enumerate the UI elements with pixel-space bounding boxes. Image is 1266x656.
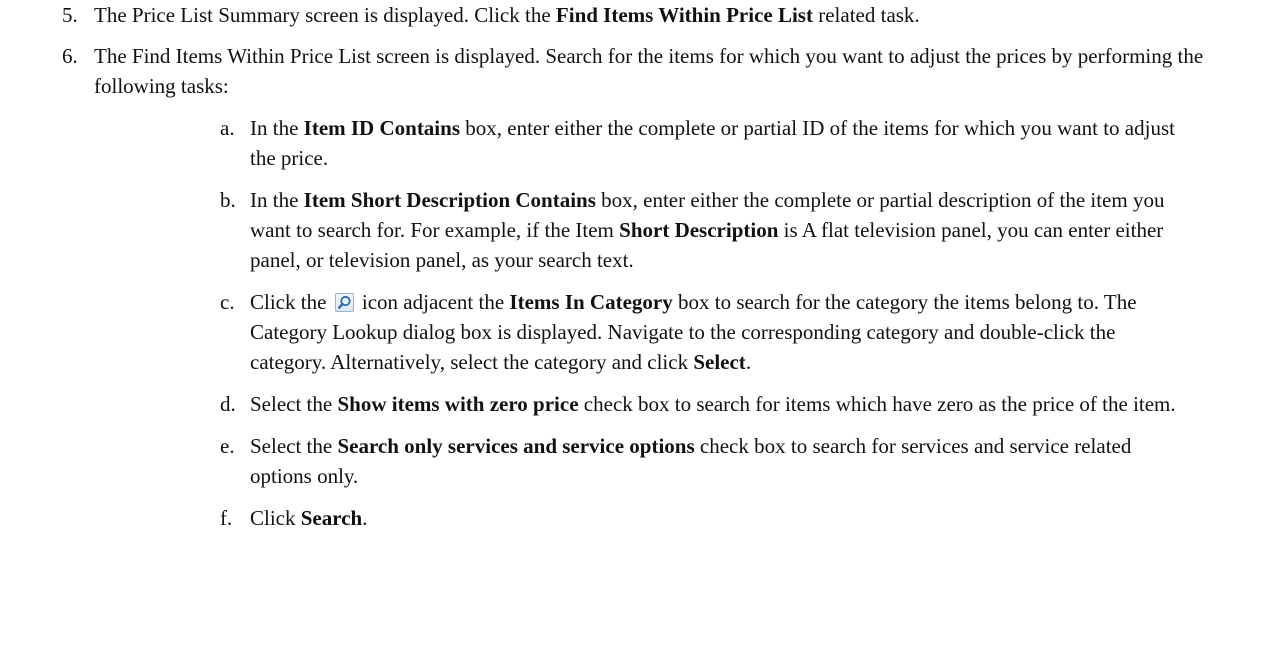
substep-b: b. In the Item Short Description Contain… xyxy=(94,185,1226,275)
substep-e: e. Select the Search only services and s… xyxy=(94,431,1226,491)
step-number: 5. xyxy=(62,3,78,27)
step-text: The Find Items Within Price List screen … xyxy=(94,44,1204,98)
button-name: Search xyxy=(300,506,363,530)
substep-list: a. In the Item ID Contains box, enter ei… xyxy=(94,113,1226,533)
task-name: Find Items Within Price List xyxy=(555,3,813,27)
field-name: Item ID Contains xyxy=(303,116,460,140)
search-icon xyxy=(334,293,354,312)
substep-f: f. Click Search. xyxy=(94,503,1226,533)
substep-c: c. Click the icon adjacent the Items In … xyxy=(94,287,1226,377)
field-name: Items In Category xyxy=(509,290,673,314)
step-text: The Price List Summary screen is display… xyxy=(94,3,920,27)
checkbox-name: Show items with zero price xyxy=(337,392,579,416)
step-5: 5. The Price List Summary screen is disp… xyxy=(0,0,1266,30)
substep-letter: f. xyxy=(220,506,233,530)
substep-letter: a. xyxy=(220,116,235,140)
substep-a: a. In the Item ID Contains box, enter ei… xyxy=(94,113,1226,173)
substep-d: d. Select the Show items with zero price… xyxy=(94,389,1226,419)
substep-letter: c. xyxy=(220,290,235,314)
step-number: 6. xyxy=(62,44,78,68)
step-6: 6. The Find Items Within Price List scre… xyxy=(0,41,1266,533)
button-name: Select xyxy=(693,350,746,374)
checkbox-name: Search only services and service options xyxy=(337,434,695,458)
substep-letter: d. xyxy=(220,392,236,416)
document-body: 5. The Price List Summary screen is disp… xyxy=(0,0,1266,545)
substep-letter: e. xyxy=(220,434,235,458)
field-name: Short Description xyxy=(619,218,779,242)
substep-letter: b. xyxy=(220,188,236,212)
field-name: Item Short Description Contains xyxy=(303,188,596,212)
